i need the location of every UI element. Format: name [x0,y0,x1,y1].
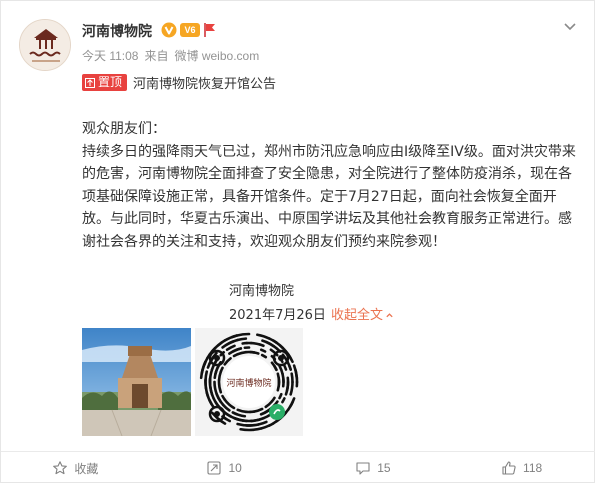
collapse-label[interactable]: 收起全文 [331,308,383,323]
qr-finder-center [214,355,220,361]
qr-dot [289,400,294,408]
comment-count: 15 [377,461,391,475]
pinned-label: 置顶 [98,75,123,89]
qr-dot [249,418,261,423]
qr-dot [259,348,267,353]
favorite-button[interactable]: 收藏 [1,452,150,483]
signature-date: 2021年7月26日 [229,308,326,323]
author-badges: V6 [161,21,217,39]
museum-building-image [82,328,191,436]
verified-icon[interactable] [161,22,177,38]
qr-dot [219,366,224,374]
author-name[interactable]: 河南博物院 [82,21,152,41]
post-timestamp[interactable]: 今天 11:08 [82,47,138,64]
collapse-arrow-icon [386,313,393,318]
qr-code-image: 河南博物院 [195,328,303,436]
chevron-down-icon[interactable] [562,18,578,34]
qr-finder-center [278,355,284,361]
like-count: 118 [523,461,543,475]
qr-dot [283,364,288,371]
qr-dot [239,427,255,432]
qr-center-text: 河南博物院 [226,377,271,389]
post-actions-bar: 收藏 10 15 118 [1,451,595,483]
level-badge-icon[interactable]: V6 [180,23,200,37]
qr-dot [281,397,286,404]
museum-logo-icon [20,20,70,70]
repost-icon [207,461,221,475]
qr-dot [235,347,243,352]
qr-dot [236,422,252,427]
pin-icon [85,77,95,88]
favorite-label: 收藏 [74,461,99,476]
qr-finder-center [214,411,220,417]
qr-dot [287,364,292,371]
qr-dot [236,337,248,342]
weibo-post-card: 河南博物院 V6 今天 11:08 来自 微博 weibo.com 置顶 河南博… [0,0,595,483]
qr-dot [273,364,278,372]
qr-dot [278,392,283,400]
pinned-row: 置顶 河南博物院恢复开馆公告 [82,73,276,92]
collapse-text-link[interactable]: 收起全文 [331,304,394,323]
mini-program-qr-code[interactable]: 河南博物院 [195,328,303,436]
comment-icon [356,462,370,475]
repost-button[interactable]: 10 [150,452,299,483]
post-body-text: 持续多日的强降雨天气已过，郑州市防汛应急响应由I级降至IV级。面对洪灾带来的危害… [82,143,576,250]
comment-button[interactable]: 15 [299,452,448,483]
star-icon [53,461,68,475]
qr-dot [290,372,294,384]
post-source[interactable]: 微博 weibo.com [175,47,260,64]
qr-dot [204,370,209,382]
author-avatar[interactable] [19,19,71,71]
repost-count: 10 [228,461,242,475]
qr-dot [231,411,239,416]
source-prefix: 来自 [144,49,169,63]
pinned-tag: 置顶 [82,74,128,91]
flag-icon[interactable] [203,22,217,38]
like-icon [502,461,516,475]
pinned-title[interactable]: 河南博物院恢复开馆公告 [133,73,276,92]
post-meta: 今天 11:08 来自 微博 weibo.com [82,47,259,64]
post-content: 观众朋友们： 持续多日的强降雨天气已过，郑州市防汛应急响应由I级降至IV级。面对… [82,118,576,253]
like-button[interactable]: 118 [447,452,595,483]
qr-dot [248,350,260,355]
signature-name: 河南博物院 [229,284,295,299]
post-greeting: 观众朋友们： [82,121,166,137]
qr-dot [258,343,265,348]
museum-photo[interactable] [82,328,191,436]
